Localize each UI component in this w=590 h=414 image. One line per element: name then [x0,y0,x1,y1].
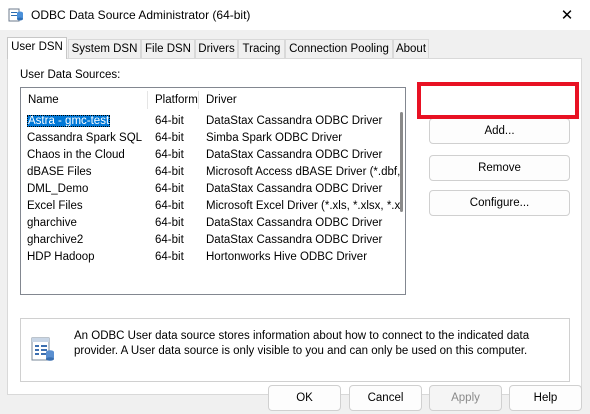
user-data-sources-label: User Data Sources: [20,69,121,81]
close-button[interactable]: ✕ [544,0,590,30]
row-platform: 64-bit [155,183,184,195]
row-name: gharchive [27,217,77,229]
column-header-platform[interactable]: Platform [148,88,198,112]
title-bar: ODBC Data Source Administrator (64-bit) … [0,0,590,30]
scroll-thumb[interactable] [400,112,403,212]
row-driver: Microsoft Access dBASE Driver (*.dbf, *.… [206,166,400,178]
row-name: Astra - gmc-test [27,115,111,127]
tab-user-dsn[interactable]: User DSN [7,37,67,59]
tab-file-dsn[interactable]: File DSN [141,39,195,58]
row-platform: 64-bit [155,251,184,263]
row-name: DML_Demo [27,183,89,195]
tab-drivers[interactable]: Drivers [195,39,238,58]
list-row[interactable]: DML_Demo 64-bit DataStax Cassandra ODBC … [21,181,405,198]
info-box: An ODBC User data source stores informat… [20,318,570,382]
list-row[interactable]: Cassandra Spark SQL 64-bit Simba Spark O… [21,130,405,147]
row-platform: 64-bit [155,149,184,161]
list-row[interactable]: Astra - gmc-test 64-bit DataStax Cassand… [21,113,405,130]
row-driver: DataStax Cassandra ODBC Driver [206,234,383,246]
list-row[interactable]: gharchive 64-bit DataStax Cassandra ODBC… [21,215,405,232]
tab-tracing[interactable]: Tracing [238,39,285,58]
cancel-button[interactable]: Cancel [349,385,422,411]
help-button[interactable]: Help [509,385,582,411]
row-driver: DataStax Cassandra ODBC Driver [206,217,383,229]
row-platform: 64-bit [155,166,184,178]
row-driver: Microsoft Excel Driver (*.xls, *.xlsx, *… [206,200,400,212]
list-row[interactable]: gharchive2 64-bit DataStax Cassandra ODB… [21,232,405,249]
row-driver: DataStax Cassandra ODBC Driver [206,149,383,161]
row-name: Excel Files [27,200,83,212]
list-row[interactable]: Excel Files 64-bit Microsoft Excel Drive… [21,198,405,215]
list-header: Name Platform Driver [21,88,405,112]
configure-button[interactable]: Configure... [429,190,570,216]
remove-button[interactable]: Remove [429,155,570,181]
row-platform: 64-bit [155,217,184,229]
list-row[interactable]: HDP Hadoop 64-bit Hortonworks Hive ODBC … [21,249,405,266]
dialog-body: User DSN System DSN File DSN Drivers Tra… [0,30,590,414]
row-name: Chaos in the Cloud [27,149,125,161]
row-platform: 64-bit [155,115,184,127]
row-name: dBASE Files [27,166,92,178]
close-icon: ✕ [560,7,574,24]
add-button[interactable]: Add... [429,118,570,144]
row-name: Cassandra Spark SQL [27,132,143,144]
row-name: gharchive2 [27,234,84,246]
column-header-driver[interactable]: Driver [199,88,399,112]
row-driver: Hortonworks Hive ODBC Driver [206,251,368,263]
column-header-name[interactable]: Name [21,88,147,112]
vertical-scrollbar[interactable] [398,112,404,212]
row-driver: DataStax Cassandra ODBC Driver [206,183,383,195]
apply-button[interactable]: Apply [429,385,502,411]
row-driver: Simba Spark ODBC Driver [206,132,343,144]
data-source-icon [31,337,54,361]
window-title: ODBC Data Source Administrator (64-bit) [31,8,251,22]
list-row[interactable]: dBASE Files 64-bit Microsoft Access dBAS… [21,164,405,181]
info-description: An ODBC User data source stores informat… [74,330,530,357]
row-driver: DataStax Cassandra ODBC Driver [206,115,383,127]
tab-about[interactable]: About [393,39,429,58]
row-platform: 64-bit [155,234,184,246]
data-sources-list[interactable]: Name Platform Driver Astra - gmc-test 64… [20,87,406,295]
row-platform: 64-bit [155,200,184,212]
add-button-highlight [417,82,579,119]
list-row[interactable]: Chaos in the Cloud 64-bit DataStax Cassa… [21,147,405,164]
odbc-app-icon [8,8,23,22]
row-name: HDP Hadoop [27,251,95,263]
ok-button[interactable]: OK [268,385,341,411]
tab-system-dsn[interactable]: System DSN [68,39,141,58]
row-platform: 64-bit [155,132,184,144]
tab-connection-pooling[interactable]: Connection Pooling [285,39,393,58]
